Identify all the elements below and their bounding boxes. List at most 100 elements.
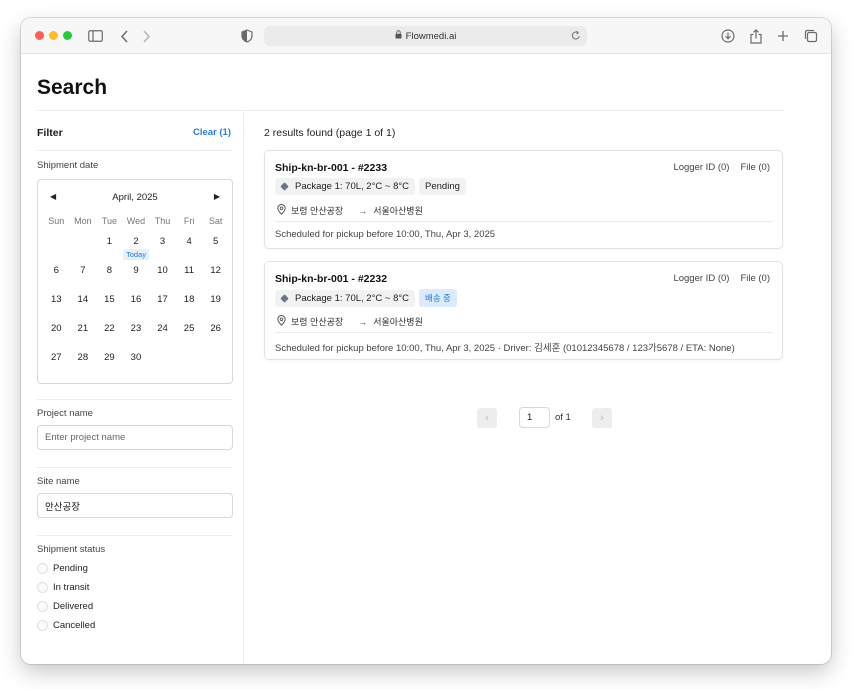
address-bar[interactable]: Flowmedi.ai: [264, 26, 587, 46]
calendar-day-number: 11: [184, 265, 195, 276]
calendar-day[interactable]: 7: [70, 263, 97, 292]
calendar-day[interactable]: 18: [176, 292, 203, 321]
calendar-day[interactable]: 11: [176, 263, 203, 292]
download-icon[interactable]: [719, 27, 737, 45]
calendar-day-number: 5: [213, 236, 219, 247]
calendar-day[interactable]: 16: [123, 292, 150, 321]
shipment-date-label: Shipment date: [37, 160, 99, 171]
radio-icon[interactable]: [37, 601, 48, 612]
calendar-day[interactable]: 17: [149, 292, 176, 321]
status-option-pending[interactable]: Pending: [37, 563, 88, 574]
calendar-day[interactable]: 20: [43, 321, 70, 350]
calendar-day-number: 24: [157, 323, 168, 334]
origin-label: 보령 안산공장: [291, 317, 344, 327]
calendar-day-number: 16: [130, 294, 142, 305]
project-name-input[interactable]: Enter project name: [37, 425, 233, 450]
calendar-day-number: 1: [106, 236, 113, 247]
calendar-week-row: 6 7 8 9 10 11 12: [43, 263, 229, 292]
file-link[interactable]: File (0): [740, 273, 770, 284]
radio-icon[interactable]: [37, 582, 48, 593]
pagination: ‹ 1 of 1 ›: [477, 407, 612, 428]
calendar-day-number: 2: [133, 236, 139, 247]
calendar-day[interactable]: 30: [123, 350, 150, 379]
calendar-day[interactable]: 19: [202, 292, 229, 321]
share-icon[interactable]: [747, 27, 765, 45]
calendar-day[interactable]: 25: [176, 321, 203, 350]
status-option-cancelled[interactable]: Cancelled: [37, 620, 95, 631]
reload-icon[interactable]: [571, 30, 581, 44]
logger-id-link[interactable]: Logger ID (0): [673, 273, 729, 284]
calendar-next-month-icon[interactable]: ▶: [214, 192, 220, 201]
arrow-right-icon: →: [358, 316, 368, 327]
calendar-day[interactable]: 27: [43, 350, 70, 379]
calendar-day-number: 22: [104, 323, 115, 334]
calendar-day[interactable]: 6: [43, 263, 70, 292]
tab-overview-icon[interactable]: [802, 27, 820, 45]
clear-filters-button[interactable]: Clear (1): [193, 127, 231, 138]
calendar-day-number: 27: [50, 352, 62, 363]
next-page-button[interactable]: ›: [591, 407, 612, 428]
calendar-day[interactable]: 13: [43, 292, 70, 321]
calendar-day[interactable]: 28: [70, 350, 97, 379]
calendar-day-number: 14: [77, 294, 89, 305]
calendar-weekday-row: Sun Mon Tue Wed Thu Fri Sat: [43, 214, 229, 234]
status-option-label: In transit: [53, 582, 90, 593]
back-icon[interactable]: [115, 27, 133, 45]
calendar-day[interactable]: 5: [202, 234, 229, 263]
calendar-day-number: 21: [77, 323, 89, 334]
file-link[interactable]: File (0): [740, 162, 770, 173]
logger-id-link[interactable]: Logger ID (0): [673, 162, 729, 173]
calendar-day[interactable]: 14: [70, 292, 97, 321]
status-option-in-transit[interactable]: In transit: [37, 582, 89, 593]
calendar-day[interactable]: 9: [123, 263, 150, 292]
shipment-card[interactable]: Ship-kn-br-001 - #2232 Logger ID (0) Fil…: [264, 261, 783, 360]
calendar-day[interactable]: 15: [96, 292, 123, 321]
calendar-day-number: 4: [186, 236, 192, 247]
radio-icon[interactable]: [37, 563, 48, 574]
calendar-day-number: 9: [133, 265, 139, 276]
calendar-weekday: Fri: [183, 216, 195, 226]
new-tab-icon[interactable]: [774, 27, 792, 45]
calendar-day-number: 29: [104, 352, 115, 363]
filter-divider: [37, 535, 232, 536]
zoom-window-button[interactable]: [63, 31, 72, 40]
browser-window: Flowmedi.ai Search Filter Clear (1) Ship…: [21, 18, 831, 664]
sidebar-toggle-icon[interactable]: [86, 27, 104, 45]
shipment-route: 보령 안산공장 → 서울아산병원: [277, 204, 423, 217]
calendar-day[interactable]: 21: [70, 321, 97, 350]
calendar-day[interactable]: 10: [149, 263, 176, 292]
status-option-label: Delivered: [53, 601, 94, 612]
calendar-day[interactable]: 24: [149, 321, 176, 350]
calendar-day[interactable]: 4: [176, 234, 203, 263]
close-window-button[interactable]: [35, 31, 44, 40]
calendar-day[interactable]: 12: [202, 263, 229, 292]
calendar-day[interactable]: 23: [123, 321, 150, 350]
shipment-title[interactable]: Ship-kn-br-001 - #2232: [275, 273, 387, 285]
package-icon: [280, 293, 289, 303]
calendar-day[interactable]: 8: [96, 263, 123, 292]
site-name-input[interactable]: 안산공장: [37, 493, 233, 518]
page-number-input[interactable]: 1: [519, 407, 550, 428]
shipment-card[interactable]: Ship-kn-br-001 - #2233 Logger ID (0) Fil…: [264, 150, 783, 249]
calendar-day-number: 12: [210, 265, 221, 276]
calendar-day[interactable]: 2 Today: [122, 234, 150, 263]
minimize-window-button[interactable]: [49, 31, 58, 40]
prev-page-button[interactable]: ‹: [477, 407, 497, 428]
calendar-day-number: 10: [157, 265, 168, 276]
pickup-info: Scheduled for pickup before 10:00, Thu, …: [275, 229, 496, 240]
results-summary: 2 results found (page 1 of 1): [264, 127, 396, 139]
shipment-title[interactable]: Ship-kn-br-001 - #2233: [275, 162, 387, 174]
calendar-day[interactable]: 3: [149, 234, 176, 263]
calendar-day[interactable]: 26: [202, 321, 229, 350]
radio-icon[interactable]: [37, 620, 48, 631]
destination-label: 서울아산병원: [373, 206, 423, 216]
calendar-weekday: Sun: [48, 216, 65, 226]
package-label: Package 1: 70L, 2°C ~ 8°C: [295, 292, 410, 304]
shipment-status-label: Shipment status: [37, 544, 106, 555]
calendar-day[interactable]: 22: [96, 321, 123, 350]
forward-icon[interactable]: [137, 27, 155, 45]
calendar-day[interactable]: 29: [96, 350, 123, 379]
status-option-delivered[interactable]: Delivered: [37, 601, 93, 612]
privacy-shield-icon[interactable]: [238, 27, 256, 45]
calendar-day[interactable]: 1: [96, 234, 123, 263]
